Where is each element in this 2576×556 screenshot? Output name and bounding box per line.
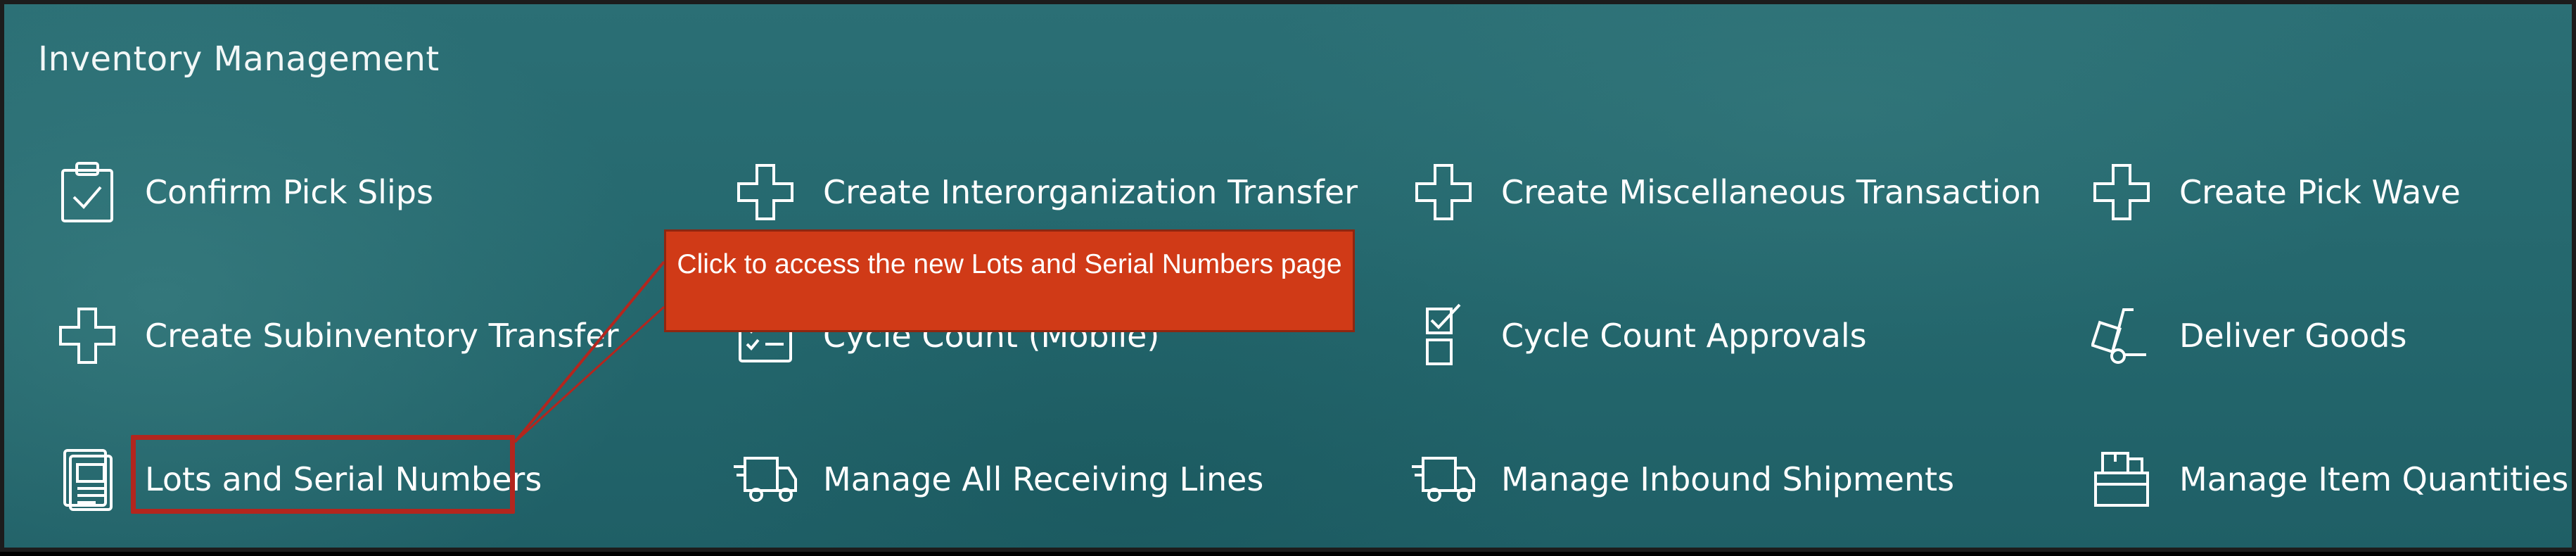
page-title: Inventory Management bbox=[38, 39, 440, 79]
tile-deliver-goods[interactable]: Deliver Goods bbox=[2088, 297, 2406, 374]
tile-confirm-pick-slips[interactable]: Confirm Pick Slips bbox=[53, 153, 433, 231]
plus-icon bbox=[2088, 158, 2155, 226]
tile-label: Manage All Receiving Lines bbox=[823, 460, 1264, 498]
tile-label: Deliver Goods bbox=[2179, 317, 2407, 355]
tile-label: Create Miscellaneous Transaction bbox=[1501, 173, 2041, 211]
tile-label: Confirm Pick Slips bbox=[145, 173, 433, 211]
delivery-truck-icon bbox=[1410, 446, 1477, 513]
plus-icon bbox=[53, 302, 121, 369]
checkbox-stack-icon bbox=[1410, 302, 1477, 369]
hand-truck-icon bbox=[2088, 302, 2155, 369]
tile-label: Manage Inbound Shipments bbox=[1501, 460, 1955, 498]
delivery-truck-icon bbox=[732, 446, 799, 513]
highlight-box bbox=[131, 435, 515, 514]
tile-manage-item-quantities[interactable]: Manage Item Quantities bbox=[2088, 441, 2568, 518]
tile-label: Cycle Count Approvals bbox=[1501, 317, 1867, 355]
serial-document-icon bbox=[53, 446, 121, 513]
tile-manage-inbound-shipments[interactable]: Manage Inbound Shipments bbox=[1410, 441, 1954, 518]
tile-create-pick-wave[interactable]: Create Pick Wave bbox=[2088, 153, 2461, 231]
tile-manage-all-receiving-lines[interactable]: Manage All Receiving Lines bbox=[732, 441, 1263, 518]
tile-create-subinventory-transfer[interactable]: Create Subinventory Transfer bbox=[53, 297, 619, 374]
tile-label: Create Interorganization Transfer bbox=[823, 173, 1358, 211]
plus-icon bbox=[1410, 158, 1477, 226]
clipboard-check-icon bbox=[53, 158, 121, 226]
tile-label: Create Subinventory Transfer bbox=[145, 317, 619, 355]
tile-create-interorganization-transfer[interactable]: Create Interorganization Transfer bbox=[732, 153, 1358, 231]
plus-icon bbox=[732, 158, 799, 226]
tile-cycle-count-approvals[interactable]: Cycle Count Approvals bbox=[1410, 297, 1867, 374]
inventory-management-panel: Inventory Management Confirm Pick Slips … bbox=[0, 0, 2576, 552]
tile-create-miscellaneous-transaction[interactable]: Create Miscellaneous Transaction bbox=[1410, 153, 2041, 231]
callout-tooltip: Click to access the new Lots and Serial … bbox=[664, 229, 1355, 332]
tile-label: Create Pick Wave bbox=[2179, 173, 2461, 211]
tile-label: Manage Item Quantities bbox=[2179, 460, 2569, 498]
package-box-icon bbox=[2088, 446, 2155, 513]
